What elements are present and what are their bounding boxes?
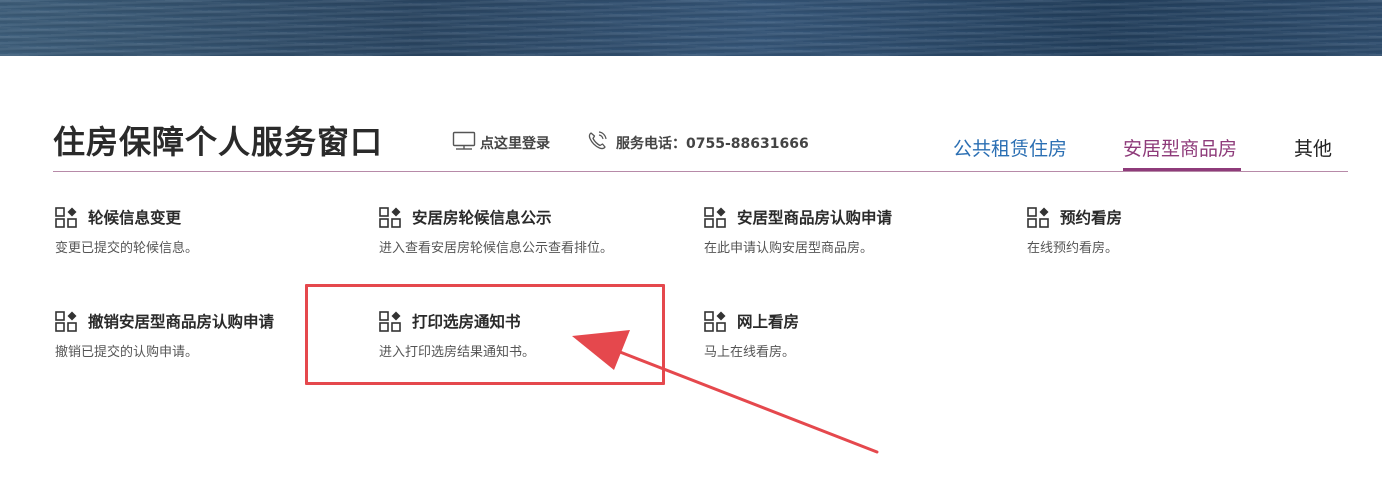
- pointer-arrow-icon: [572, 330, 879, 454]
